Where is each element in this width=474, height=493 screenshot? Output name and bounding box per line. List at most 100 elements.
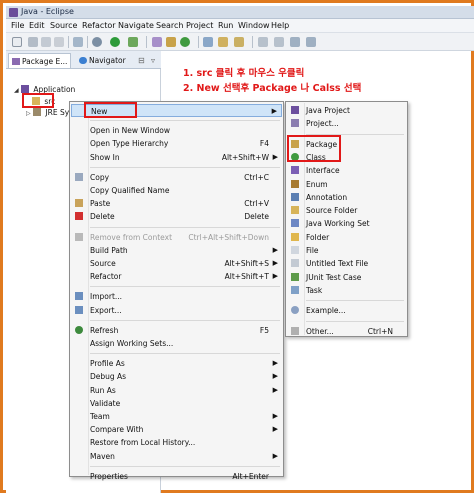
library-icon (33, 108, 42, 116)
menu-item-label: Assign Working Sets... (90, 339, 174, 348)
prev-annotation-icon[interactable] (274, 37, 284, 47)
menu-item-refactor[interactable]: Refactor Alt+Shift+T ▶ (71, 270, 282, 283)
menu-item-run-as[interactable]: Run As ▶ (71, 384, 282, 397)
menu-item-shortcut: Ctrl+N (367, 326, 393, 336)
menu-run[interactable]: Run (218, 21, 233, 30)
menu-item-label: JUnit Test Case (306, 272, 362, 282)
menu-window[interactable]: Window (238, 21, 270, 30)
menu-item-enum[interactable]: Enum (287, 178, 406, 191)
menu-file[interactable]: File (11, 21, 24, 30)
collapse-arrow-icon[interactable]: ▷ (26, 110, 31, 117)
menu-separator (90, 353, 280, 355)
menu-item-source[interactable]: Source Alt+Shift+S ▶ (71, 257, 282, 270)
menu-item-project[interactable]: Project... (287, 117, 406, 130)
open-type-icon[interactable] (73, 37, 83, 47)
menu-item-task[interactable]: Task (287, 284, 406, 297)
tab-navigator[interactable]: Navigator (76, 53, 129, 68)
view-menu-icon[interactable]: ▿ (151, 56, 155, 65)
menu-item-show-in[interactable]: Show In Alt+Shift+W ▶ (71, 151, 282, 164)
search-icon[interactable] (218, 37, 228, 47)
menu-item-open-in-new-window[interactable]: Open in New Window (71, 124, 282, 137)
debug-icon[interactable] (92, 37, 102, 47)
menu-item-validate[interactable]: Validate (71, 397, 282, 410)
print-icon[interactable] (54, 37, 64, 47)
copy-icon (75, 172, 83, 181)
menu-help[interactable]: Help (271, 21, 289, 30)
menu-item-label: Import... (90, 292, 123, 302)
tab-package-explorer[interactable]: Package E... (8, 53, 72, 68)
menu-item-file[interactable]: File (287, 244, 406, 257)
menu-item-java-project[interactable]: Java Project (287, 104, 406, 117)
eclipse-java-icon (9, 8, 18, 17)
menu-item-junit-test-case[interactable]: JUnit Test Case (287, 271, 406, 284)
menu-item-refresh[interactable]: Refresh F5 (71, 324, 282, 337)
collapse-all-icon[interactable]: ⊟ (138, 56, 145, 65)
menu-item-build-path[interactable]: Build Path ▶ (71, 244, 282, 257)
menu-item-label: Remove from Context (90, 232, 173, 242)
menu-item-restore-from-local-history[interactable]: Restore from Local History... (71, 436, 282, 449)
menu-item-label: Open Type Hierarchy (90, 139, 169, 149)
back-icon[interactable] (290, 37, 300, 47)
menu-item-label: Copy (90, 172, 110, 182)
new-java-project-icon[interactable] (152, 37, 162, 47)
expand-arrow-icon[interactable]: ◢ (14, 87, 19, 94)
menu-source[interactable]: Source (50, 21, 77, 30)
package-class-highlight-box (287, 135, 341, 162)
menu-item-copy-qualified-name[interactable]: Copy Qualified Name (71, 184, 282, 197)
menu-item-remove-from-context[interactable]: Remove from Context Ctrl+Alt+Shift+Down (71, 231, 282, 244)
tree-item-jre[interactable]: ▷ JRE Sy (26, 108, 69, 117)
run-icon[interactable] (110, 37, 120, 47)
annotation-line-2: 2. New 선택후 Package 나 Calss 선택 (183, 83, 362, 94)
save-all-icon[interactable] (41, 37, 51, 47)
new-icon[interactable] (12, 37, 22, 47)
menu-item-open-type-hierarchy[interactable]: Open Type Hierarchy F4 (71, 137, 282, 150)
save-icon[interactable] (28, 37, 38, 47)
task-icon (291, 285, 299, 294)
menu-item-shortcut: Alt+Shift+T (224, 272, 269, 282)
run-external-icon[interactable] (128, 37, 138, 47)
new-class-icon[interactable] (180, 37, 190, 47)
folder-icon (291, 232, 299, 241)
enum-icon (291, 179, 299, 188)
menu-item-paste[interactable]: Paste Ctrl+V (71, 197, 282, 210)
menu-item-export[interactable]: Export... (71, 304, 282, 317)
submenu-arrow-icon: ▶ (272, 451, 278, 460)
menu-item-label: Refresh (90, 325, 119, 335)
menu-project[interactable]: Project (186, 21, 213, 30)
menu-item-compare-with[interactable]: Compare With ▶ (71, 423, 282, 436)
menu-item-label: Source (90, 259, 116, 268)
menu-item-assign-working-sets[interactable]: Assign Working Sets... (71, 337, 282, 350)
pencil-icon[interactable] (234, 37, 244, 47)
menu-navigate[interactable]: Navigate (118, 21, 154, 30)
menu-search[interactable]: Search (156, 21, 183, 30)
menu-item-properties[interactable]: Properties Alt+Enter (71, 470, 282, 483)
menu-item-interface[interactable]: Interface (287, 164, 406, 177)
new-package-icon[interactable] (166, 37, 176, 47)
menu-item-profile-as[interactable]: Profile As ▶ (71, 357, 282, 370)
menu-item-source-folder[interactable]: Source Folder (287, 204, 406, 217)
menu-refactor[interactable]: Refactor (82, 21, 116, 30)
menu-item-java-working-set[interactable]: Java Working Set (287, 217, 406, 230)
menu-item-folder[interactable]: Folder (287, 231, 406, 244)
menu-item-copy[interactable]: Copy Ctrl+C (71, 171, 282, 184)
submenu-arrow-icon: ▶ (272, 259, 278, 267)
menu-edit[interactable]: Edit (29, 21, 45, 30)
menu-item-untitled-text-file[interactable]: Untitled Text File (287, 257, 406, 270)
forward-icon[interactable] (306, 37, 316, 47)
project-icon (21, 85, 30, 93)
tab-navigator-label: Navigator (89, 56, 126, 65)
java-project-icon (291, 106, 299, 114)
menu-item-team[interactable]: Team ▶ (71, 410, 282, 423)
menu-item-delete[interactable]: Delete Delete (71, 210, 282, 223)
menu-item-maven[interactable]: Maven ▶ (71, 450, 282, 463)
menu-separator (90, 166, 280, 168)
menu-item-shortcut: Delete (244, 212, 269, 222)
next-annotation-icon[interactable] (258, 37, 268, 47)
menu-item-import[interactable]: Import... (71, 290, 282, 303)
open-task-icon[interactable] (203, 37, 213, 47)
menu-item-other[interactable]: Other... Ctrl+N (287, 325, 406, 338)
menu-item-label: Maven (90, 451, 115, 461)
menu-item-debug-as[interactable]: Debug As ▶ (71, 370, 282, 383)
menu-item-example[interactable]: Example... (287, 304, 406, 317)
menu-item-annotation[interactable]: Annotation (287, 191, 406, 204)
